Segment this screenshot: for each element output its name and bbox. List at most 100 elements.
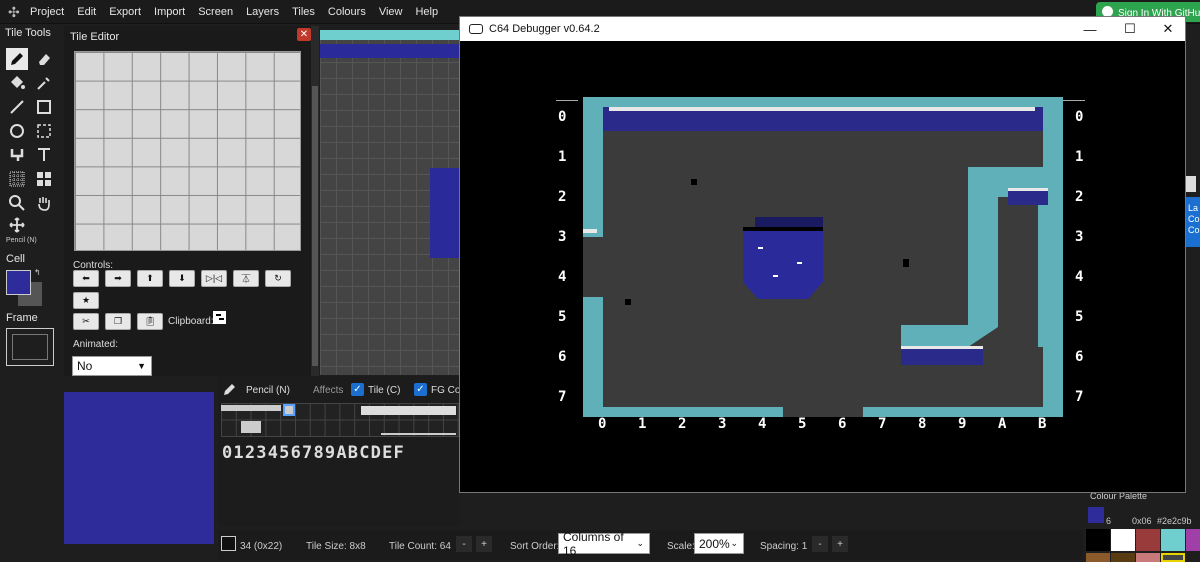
sort-order-select[interactable]: Columns of 16 ⌄ — [558, 530, 650, 558]
swap-colors-icon[interactable]: ↰ — [34, 268, 41, 277]
emulator-screen[interactable] — [583, 97, 1063, 417]
pan-hand-icon[interactable] — [33, 192, 55, 214]
canvas-scrollbar[interactable] — [311, 26, 319, 376]
fill-bucket-icon[interactable] — [6, 72, 28, 94]
scale-value: 200% — [699, 536, 730, 551]
palette-swatch[interactable] — [1161, 529, 1185, 551]
chevron-down-icon: ▼ — [137, 361, 146, 371]
palette-swatch[interactable] — [1136, 529, 1160, 551]
frame-preview[interactable] — [6, 328, 54, 366]
menu-tiles[interactable]: Tiles — [292, 6, 315, 18]
app-logo-icon: ✣ — [8, 3, 20, 20]
palette-swatch[interactable] — [1136, 553, 1160, 562]
paste-icon: 📋︎ — [144, 316, 156, 326]
scale-select[interactable]: 200% ⌄ — [694, 533, 744, 554]
menu-project[interactable]: Project — [30, 6, 64, 18]
map-canvas[interactable] — [320, 30, 460, 375]
zoom-icon[interactable] — [6, 192, 28, 214]
arrow-down-icon: ⬇ — [178, 273, 186, 283]
animated-select[interactable]: No ▼ — [72, 356, 152, 376]
right-panel-edge — [1186, 26, 1200, 496]
tiles-grid-icon[interactable] — [33, 168, 55, 190]
move-icon[interactable] — [6, 214, 28, 236]
clear-tile-button[interactable]: ★ — [73, 292, 99, 309]
cell-color-selector[interactable]: ↰ — [6, 268, 42, 306]
sort-order-label: Sort Order: — [510, 541, 560, 552]
palette-swatch-selected[interactable] — [1161, 553, 1185, 562]
stamp-tool-icon[interactable] — [6, 144, 28, 166]
frame-label: Frame — [6, 312, 38, 324]
rectangle-tool-icon[interactable] — [33, 96, 55, 118]
current-tool-label: Pencil (N) — [6, 237, 37, 244]
maximize-button[interactable]: ☐ — [1110, 17, 1150, 41]
row-label-left: 4 — [558, 269, 567, 285]
tile-count-label: Tile Count: 64 — [389, 541, 451, 552]
minimize-button[interactable]: — — [1070, 17, 1110, 41]
line-tool-icon[interactable] — [6, 96, 28, 118]
row-label-left: 6 — [558, 349, 567, 365]
maximize-icon: ☐ — [1124, 21, 1136, 36]
layers-tab[interactable]: La Co Co — [1186, 197, 1200, 247]
eraser-tool-icon[interactable] — [33, 48, 55, 70]
menu-import[interactable]: Import — [154, 6, 185, 18]
shift-right-button[interactable]: ➡ — [105, 270, 131, 287]
flip-horizontal-icon: ▷|◁ — [205, 273, 223, 283]
eyedropper-icon[interactable] — [33, 72, 55, 94]
row-tick — [1063, 100, 1085, 101]
close-window-button[interactable]: ✕ — [1148, 17, 1188, 41]
tile-tools-title: Tile Tools — [5, 27, 51, 39]
pencil-tool-icon[interactable] — [6, 48, 28, 70]
col-label: 1 — [638, 416, 647, 432]
circle-tool-icon[interactable] — [6, 120, 28, 142]
col-label: 6 — [838, 416, 847, 432]
col-label: 7 — [878, 416, 887, 432]
row-label-right: 5 — [1075, 309, 1084, 325]
menu-edit[interactable]: Edit — [77, 6, 96, 18]
arrow-left-icon: ⬅ — [82, 273, 90, 283]
colour-index: 6 — [1106, 516, 1112, 526]
col-label: 3 — [718, 416, 727, 432]
menu-export[interactable]: Export — [109, 6, 141, 18]
tile-checkbox[interactable]: ✓ — [351, 383, 364, 396]
grid-pattern-icon[interactable] — [6, 168, 28, 190]
cut-button[interactable]: ✂ — [73, 313, 99, 330]
copy-button[interactable]: ❐ — [105, 313, 131, 330]
row-label-left: 0 — [558, 109, 567, 125]
menu-colours[interactable]: Colours — [328, 6, 366, 18]
rotate-button[interactable]: ↻ — [265, 270, 291, 287]
menu-help[interactable]: Help — [415, 6, 438, 18]
text-tool-icon[interactable] — [33, 144, 55, 166]
close-tile-editor-button[interactable]: ✕ — [297, 28, 311, 41]
select-tool-icon[interactable] — [33, 120, 55, 142]
colour-hex-value: #2e2c9b — [1157, 516, 1192, 526]
menu-layers[interactable]: Layers — [246, 6, 279, 18]
level-map-render — [583, 97, 1063, 417]
tile-pixel-grid[interactable] — [74, 51, 301, 251]
spacing-plus-button[interactable]: + — [832, 536, 848, 552]
fg-colour-checkbox-label: FG Co — [431, 385, 461, 396]
arrow-right-icon: ➡ — [114, 273, 122, 283]
menu-screen[interactable]: Screen — [198, 6, 233, 18]
palette-swatch[interactable] — [1086, 529, 1110, 551]
row-label-left: 2 — [558, 189, 567, 205]
flip-horizontal-button[interactable]: ▷|◁ — [201, 270, 227, 287]
palette-swatch[interactable] — [1111, 529, 1135, 551]
tile-count-plus-button[interactable]: + — [476, 536, 492, 552]
spacing-minus-button[interactable]: - — [812, 536, 828, 552]
menu-view[interactable]: View — [379, 6, 403, 18]
shift-left-button[interactable]: ⬅ — [73, 270, 99, 287]
shift-down-button[interactable]: ⬇ — [169, 270, 195, 287]
rotate-icon: ↻ — [274, 273, 282, 283]
minimize-icon: — — [1083, 21, 1097, 37]
tile-count-minus-button[interactable]: - — [456, 536, 472, 552]
palette-swatch[interactable] — [1111, 553, 1135, 562]
colour-hex-code: 0x06 — [1132, 516, 1152, 526]
paste-button[interactable]: 📋︎ — [137, 313, 163, 330]
tileset-grid[interactable] — [221, 403, 459, 437]
palette-swatch[interactable] — [1086, 553, 1110, 562]
flip-vertical-button[interactable]: ⏄ — [233, 270, 259, 287]
shift-up-button[interactable]: ⬆ — [137, 270, 163, 287]
palette-swatch[interactable] — [1186, 529, 1200, 551]
fg-colour-checkbox[interactable]: ✓ — [414, 383, 427, 396]
right-panel-toggle[interactable] — [1186, 176, 1196, 192]
